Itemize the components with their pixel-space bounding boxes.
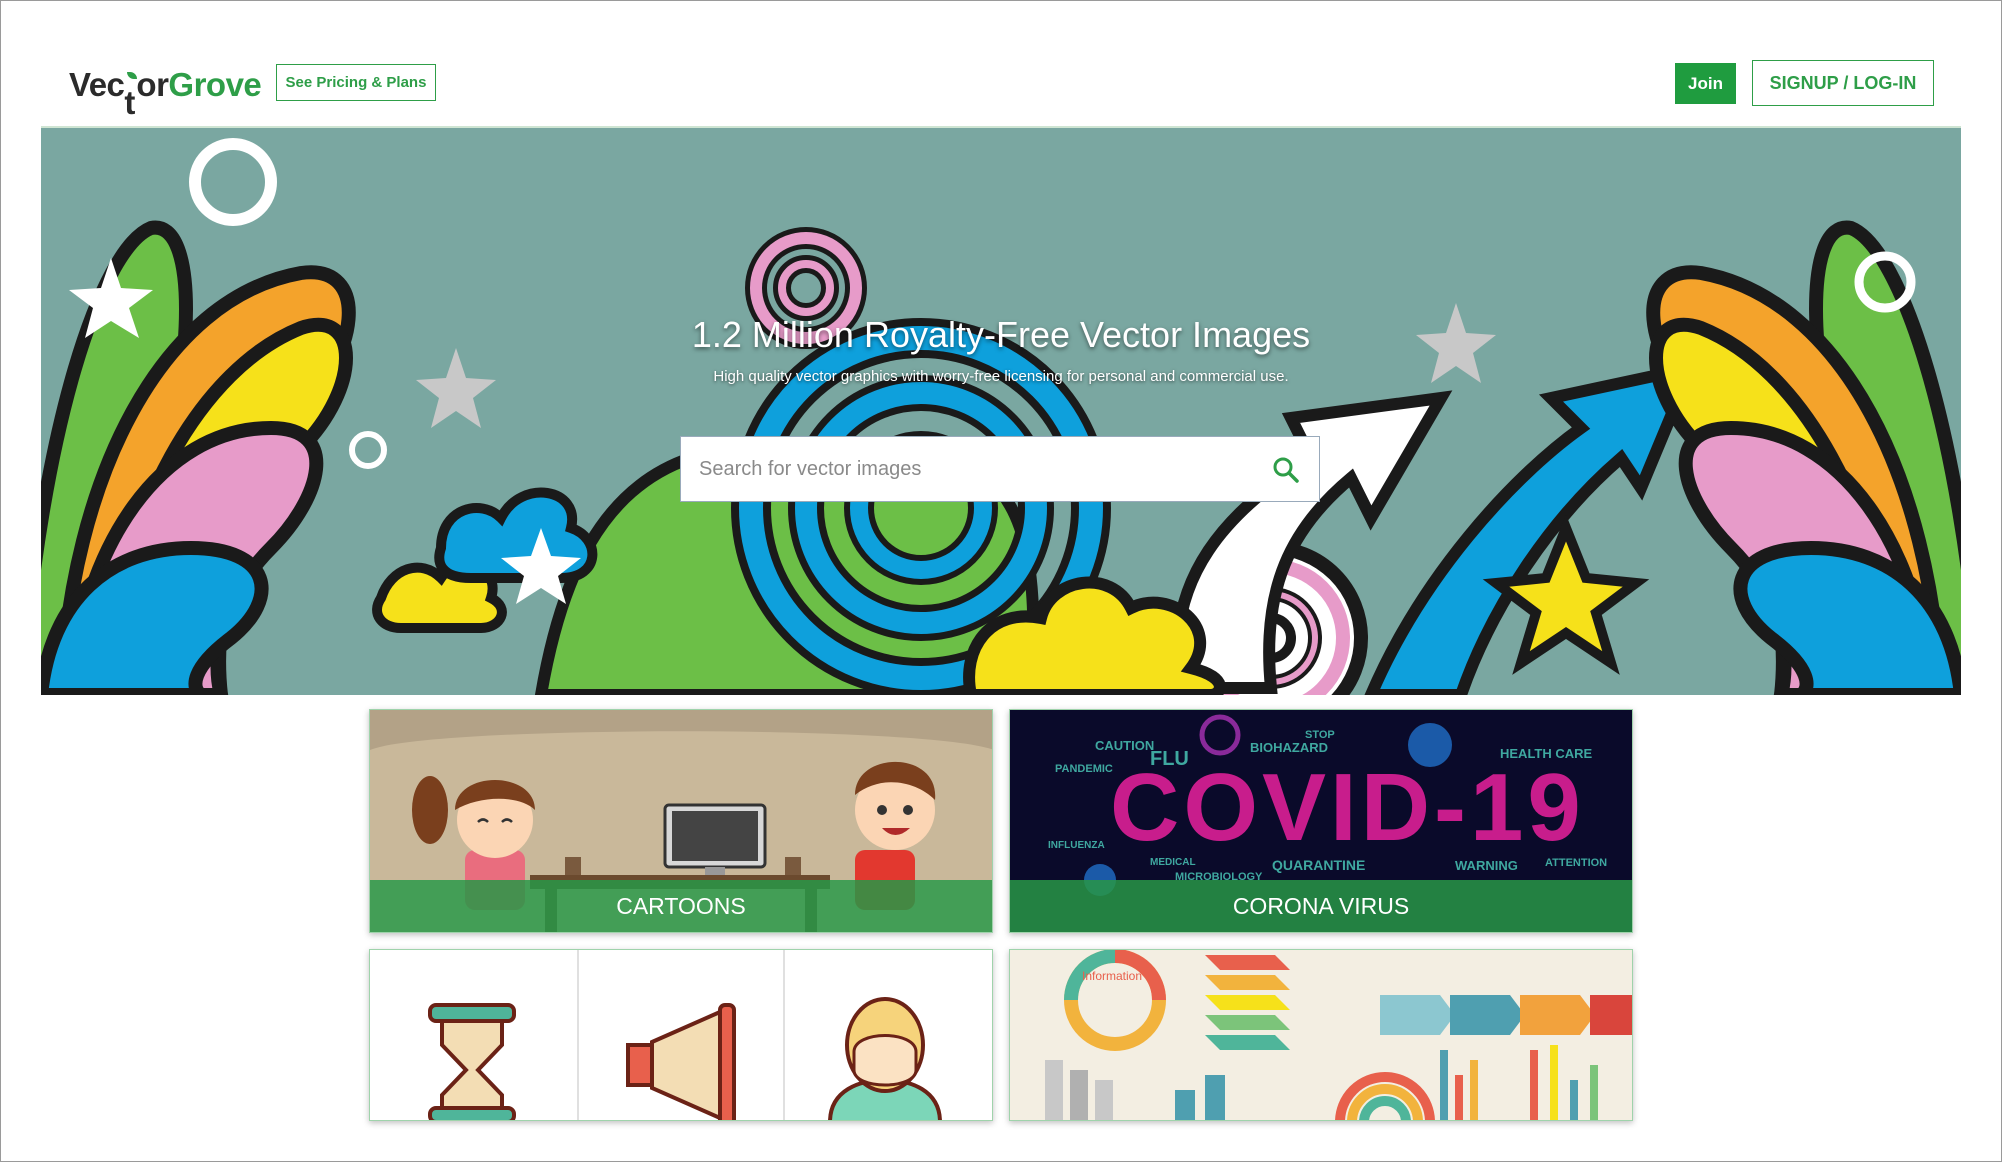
- covid-word: CAUTION: [1095, 738, 1154, 753]
- hero-banner: 1.2 Million Royalty-Free Vector Images H…: [41, 126, 1961, 695]
- hero-subtitle: High quality vector graphics with worry-…: [713, 368, 1289, 385]
- hourglass-icon: [428, 1003, 516, 1120]
- hero-illustration: [41, 138, 1961, 695]
- person-icon: [828, 997, 942, 1120]
- covid-main-text: COVID-19: [1110, 754, 1585, 861]
- signup-login-button[interactable]: SIGNUP / LOG-IN: [1752, 60, 1934, 106]
- category-tile-cartoons[interactable]: CARTOONS: [369, 709, 993, 933]
- covid-word: BIOHAZARD: [1250, 740, 1328, 755]
- covid-word: FLU: [1150, 748, 1189, 770]
- site-header: Vec t orGrove See Pricing & Plans Join SIG…: [41, 0, 1961, 126]
- icons-illustration: [428, 950, 942, 1120]
- logo-text-prefix: Vec: [69, 66, 125, 103]
- covid-word: STOP: [1305, 729, 1335, 741]
- leaf-icon: t: [124, 72, 138, 121]
- category-label-corona-virus: CORONA VIRUS: [1010, 880, 1632, 932]
- infographic-illustration: Information: [1045, 950, 1632, 1120]
- covid-word: MEDICAL: [1150, 857, 1196, 868]
- search-icon[interactable]: [1271, 455, 1301, 485]
- category-tile-corona-virus[interactable]: COVID-19 CAUTION FLU BIOHAZARD STOP HEAL…: [1009, 709, 1633, 933]
- category-tile-icons[interactable]: [369, 949, 993, 1121]
- covid-word: PANDEMIC: [1055, 763, 1113, 775]
- join-button[interactable]: Join: [1675, 63, 1736, 104]
- covid-word: HEALTH CARE: [1500, 746, 1593, 761]
- search-input[interactable]: [681, 437, 1241, 501]
- hero-title: 1.2 Million Royalty-Free Vector Images: [691, 314, 1311, 355]
- pricing-plans-button[interactable]: See Pricing & Plans: [276, 64, 436, 101]
- megaphone-icon: [626, 1003, 736, 1120]
- search-bar: [680, 436, 1320, 502]
- site-logo[interactable]: Vec t orGrove: [69, 66, 262, 121]
- covid-word: INFLUENZA: [1048, 840, 1105, 851]
- covid-word: QUARANTINE: [1272, 857, 1365, 873]
- category-tile-infographics[interactable]: Information: [1009, 949, 1633, 1121]
- covid-word: WARNING: [1455, 858, 1518, 873]
- covid-word: ATTENTION: [1545, 857, 1607, 869]
- logo-text-suffix: Grove: [168, 66, 262, 103]
- logo-text-mid: or: [136, 66, 169, 103]
- infographic-heading: Information: [1082, 969, 1142, 983]
- category-label-cartoons: CARTOONS: [370, 880, 992, 932]
